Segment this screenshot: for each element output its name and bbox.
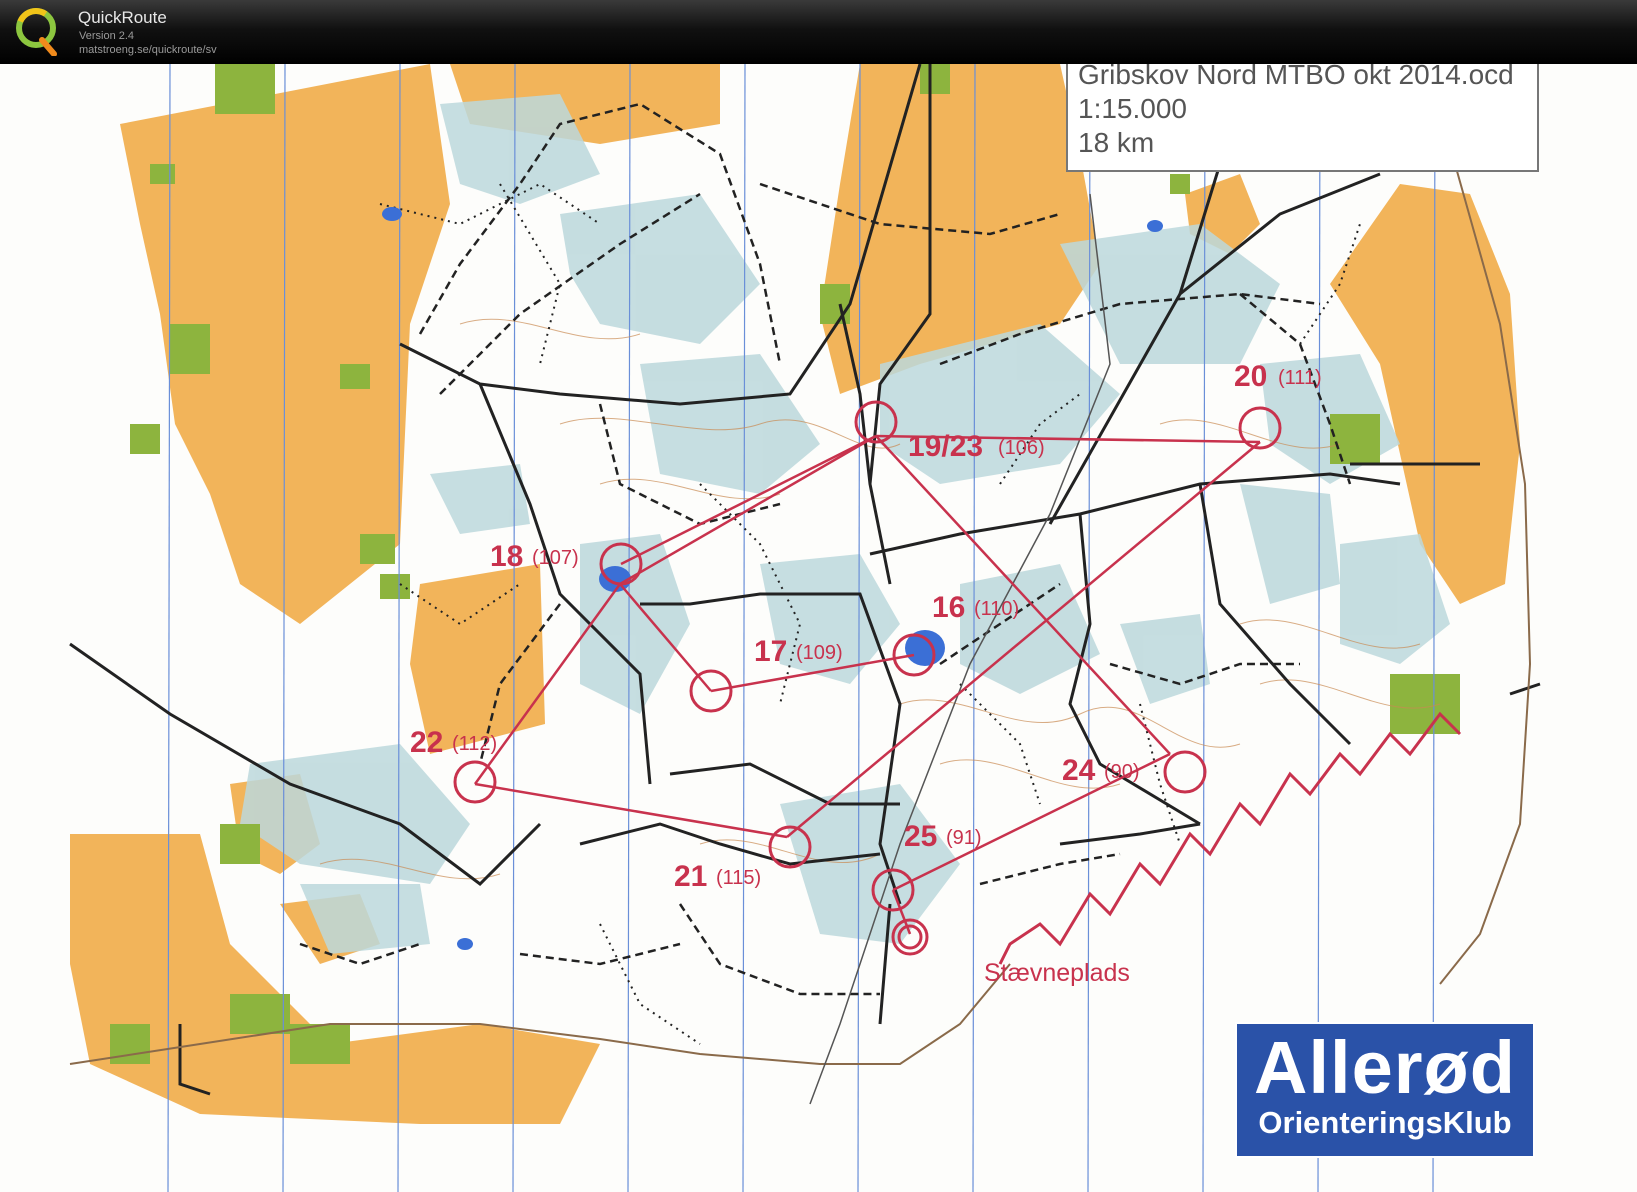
control-code-20: (111) [1278,367,1322,389]
control-label-19-23: 19/23 [908,430,983,463]
course-length: 18 km [1078,127,1155,158]
control-code-25: (91) [946,827,982,849]
map-info-box: Gribskov Nord MTBO okt 2014.ocd 1:15.000… [1066,64,1539,172]
map-scale: 1:15.000 [1078,93,1187,124]
title-bar: QuickRoute Version 2.4 matstroeng.se/qui… [0,0,1637,64]
app-url[interactable]: matstroeng.se/quickroute/sv [79,44,217,56]
control-label-18: 18 [490,540,523,573]
control-label-16: 16 [932,591,965,624]
control-label-17: 17 [754,635,787,668]
map-file-name: Gribskov Nord MTBO okt 2014.ocd [1078,64,1514,90]
control-code-19-23: (106) [998,437,1045,459]
club-name: Allerød [1254,1026,1516,1109]
control-label-22: 22 [410,726,443,759]
control-code-17: (109) [796,642,843,664]
control-label-25: 25 [904,820,937,853]
map-view[interactable]: 18 (107) 19/23 (106) 20 (111) 16 (110) 1… [0,64,1637,1192]
control-label-20: 20 [1234,360,1267,393]
app-name: QuickRoute [78,8,167,27]
club-logo: Allerød OrienteringsKlub [1235,1022,1535,1158]
app-version: Version 2.4 [79,30,135,42]
control-code-21: (115) [716,867,761,889]
control-code-24: (90) [1104,761,1140,783]
venue-label: Stævneplads [984,959,1130,987]
control-code-18: (107) [532,547,579,569]
control-label-24: 24 [1062,754,1096,787]
quickroute-logo-icon [16,8,57,56]
club-subtitle: OrienteringsKlub [1258,1105,1512,1140]
control-code-16: (110) [974,598,1019,620]
control-code-22: (112) [452,733,497,755]
control-label-21: 21 [674,860,707,893]
